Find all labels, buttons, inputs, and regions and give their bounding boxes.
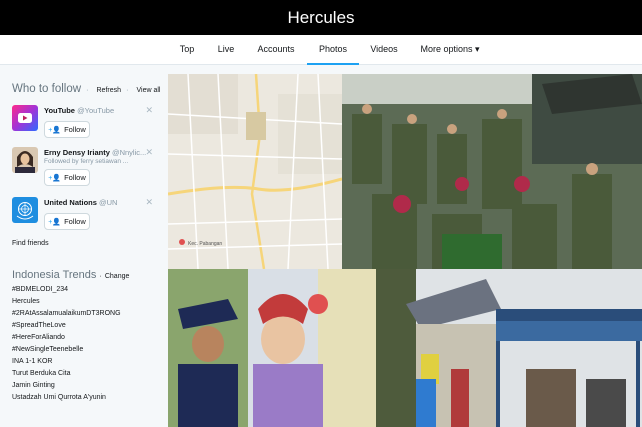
- separator-dot: ·: [86, 87, 89, 94]
- trend-item[interactable]: INA 1-1 KOR: [12, 358, 52, 365]
- building-image: [376, 269, 642, 427]
- tab-photos[interactable]: Photos: [307, 35, 359, 65]
- top-bar: Hercules: [0, 0, 642, 35]
- followed-by-text: Followed by ferry setiawan ...: [44, 158, 129, 165]
- user-photo-icon: [12, 147, 38, 173]
- find-friends-link[interactable]: Find friends: [12, 240, 49, 247]
- suggested-account-youtube: YouTube @YouTube ✕ +👤 Follow: [12, 105, 167, 145]
- photo-wedding[interactable]: [168, 269, 376, 427]
- follow-button[interactable]: +👤 Follow: [44, 169, 90, 186]
- tab-accounts[interactable]: Accounts: [252, 35, 300, 65]
- follow-button[interactable]: +👤 Follow: [44, 213, 90, 230]
- wedding-image: [168, 269, 376, 427]
- trend-item[interactable]: #NewSingleTeenebelle: [12, 346, 83, 353]
- trend-item[interactable]: #HereForAliando: [12, 334, 65, 341]
- photo-soldiers[interactable]: [342, 74, 642, 269]
- sidebar: Who to follow · Refresh · View all YouTu…: [0, 65, 168, 427]
- refresh-link[interactable]: Refresh: [97, 87, 122, 94]
- trend-item[interactable]: #SpreadTheLove: [12, 322, 66, 329]
- add-user-icon: +👤: [48, 174, 62, 182]
- suggested-account-un: United Nations @UN ✕ +👤 Follow: [12, 197, 167, 237]
- account-name[interactable]: Erny Densy Irianty @Nnylic...: [44, 148, 146, 157]
- add-user-icon: +👤: [48, 218, 62, 226]
- trend-item[interactable]: Ustadzah Umi Qurrota A'yunin: [12, 394, 106, 401]
- un-emblem-icon: [12, 197, 38, 223]
- trend-item[interactable]: Jamin Ginting: [12, 382, 55, 389]
- who-to-follow-header: Who to follow · Refresh · View all: [12, 83, 160, 95]
- trends-header: Indonesia Trends · Change: [12, 269, 129, 281]
- erny-avatar[interactable]: [12, 147, 38, 173]
- photo-map[interactable]: Kec. Pabangan: [168, 74, 342, 269]
- separator-dot: ·: [99, 273, 102, 280]
- account-name[interactable]: United Nations @UN: [44, 198, 117, 207]
- youtube-avatar[interactable]: [12, 105, 38, 131]
- change-trends-link[interactable]: Change: [105, 273, 130, 280]
- who-to-follow-title: Who to follow: [12, 83, 82, 95]
- tab-videos[interactable]: Videos: [366, 35, 402, 65]
- account-name[interactable]: YouTube @YouTube: [44, 106, 114, 115]
- tab-more-options[interactable]: More options ▾: [414, 35, 486, 65]
- trend-item[interactable]: Turut Berduka Cita: [12, 370, 71, 377]
- tab-live[interactable]: Live: [212, 35, 240, 65]
- view-all-link[interactable]: View all: [136, 87, 160, 94]
- search-tabs: Top Live Accounts Photos Videos More opt…: [0, 35, 642, 65]
- photo-building[interactable]: [376, 269, 642, 427]
- tab-top[interactable]: Top: [172, 35, 202, 65]
- trends-title: Indonesia Trends: [12, 269, 97, 281]
- trend-item[interactable]: Hercules: [12, 298, 40, 305]
- follow-button[interactable]: +👤 Follow: [44, 121, 90, 138]
- un-avatar[interactable]: [12, 197, 38, 223]
- map-image: Kec. Pabangan: [168, 74, 342, 269]
- dismiss-icon[interactable]: ✕: [145, 105, 153, 116]
- youtube-logo-icon: [12, 105, 38, 131]
- soldiers-image: [342, 74, 642, 269]
- trend-item[interactable]: #BDMELODI_234: [12, 286, 68, 293]
- photo-grid: Kec. Pabangan: [168, 74, 642, 427]
- map-label: Kec. Pabangan: [188, 241, 222, 247]
- suggested-account-erny: Erny Densy Irianty @Nnylic... Followed b…: [12, 147, 167, 187]
- search-title: Hercules: [287, 7, 355, 27]
- dismiss-icon[interactable]: ✕: [145, 147, 153, 158]
- separator-dot: ·: [126, 87, 129, 94]
- add-user-icon: +👤: [48, 126, 62, 134]
- trend-item[interactable]: #2RAtAssalamualaikumDT3RONG: [12, 310, 121, 317]
- dismiss-icon[interactable]: ✕: [145, 197, 153, 208]
